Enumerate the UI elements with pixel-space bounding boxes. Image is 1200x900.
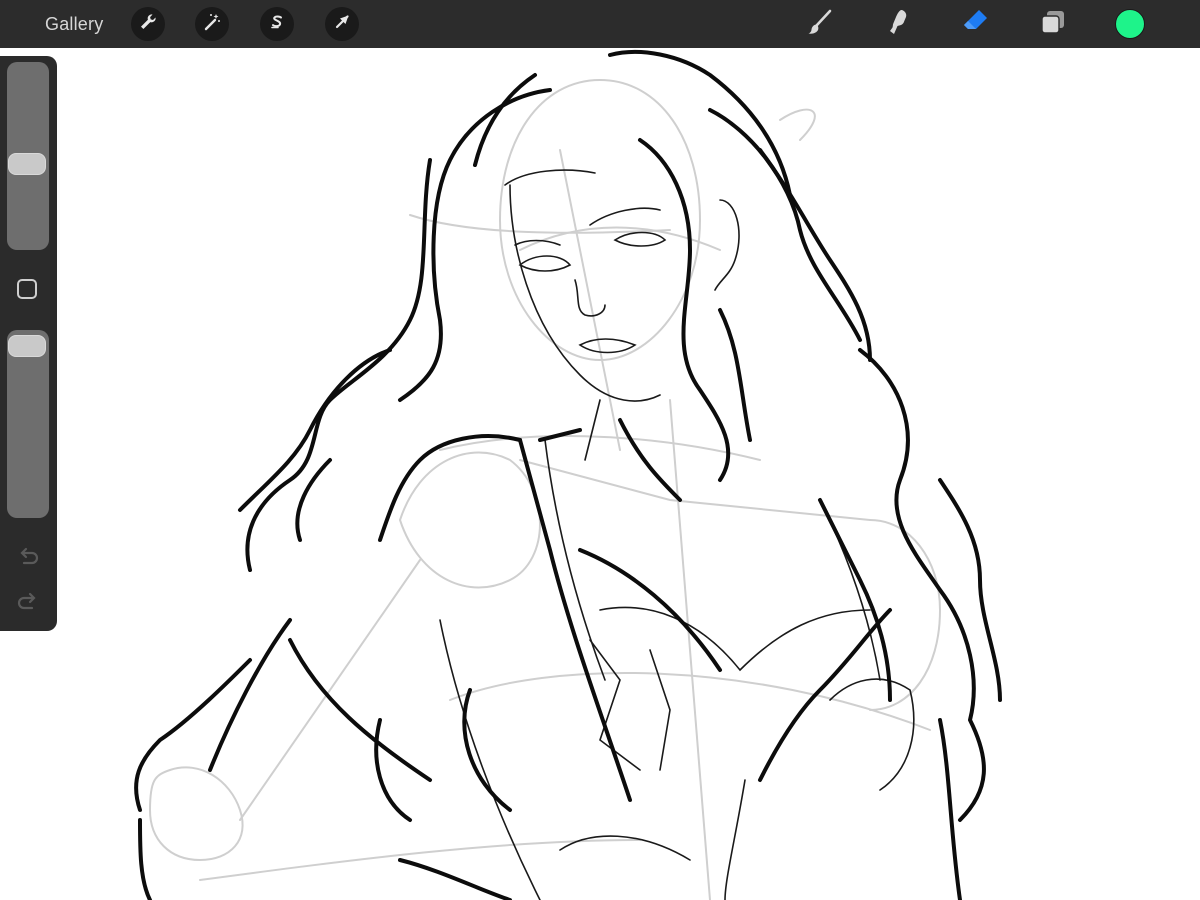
brush-size-slider[interactable] [7,62,49,250]
transform-button[interactable] [325,7,359,41]
eraser-tool[interactable] [958,7,992,41]
color-picker-button[interactable] [1115,9,1145,39]
sketch-artwork [134,49,1002,900]
smudge-tool[interactable] [881,7,915,41]
brush-icon [804,7,834,42]
selection-button[interactable] [260,7,294,41]
opacity-slider[interactable] [7,330,49,518]
brush-size-thumb[interactable] [8,153,46,175]
side-toolbar [0,56,57,631]
layers-tool[interactable] [1036,7,1070,41]
adjustments-button[interactable] [195,7,229,41]
move-arrow-icon [332,12,352,37]
brush-tool[interactable] [802,7,836,41]
redo-icon [15,592,41,619]
undo-icon [15,547,41,574]
layers-icon [1038,7,1068,42]
opacity-thumb[interactable] [8,335,46,357]
modify-button[interactable] [17,279,37,299]
top-toolbar: Gallery [0,0,1200,48]
construction-guides [148,78,942,900]
drawing-canvas[interactable] [0,48,1200,900]
selection-s-icon [267,12,287,37]
eraser-icon [960,7,990,42]
gallery-button[interactable]: Gallery [45,12,103,36]
smudge-icon [883,7,913,42]
ink-linework [134,49,1002,900]
actions-button[interactable] [131,7,165,41]
wrench-icon [138,12,158,37]
redo-button[interactable] [15,589,41,615]
undo-button[interactable] [15,544,41,570]
magic-wand-icon [202,12,222,37]
